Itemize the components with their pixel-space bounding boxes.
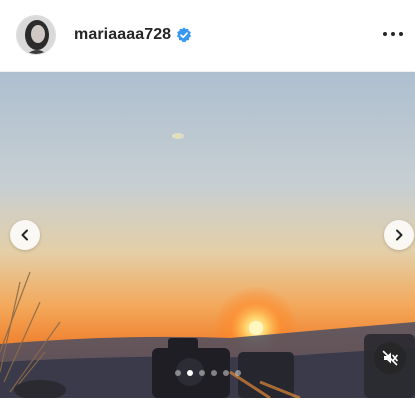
chevron-left-icon	[21, 229, 28, 241]
more-horizontal-icon[interactable]	[381, 22, 405, 46]
carousel-dot	[235, 370, 241, 376]
avatar-image	[17, 16, 55, 54]
speaker-muted-icon	[382, 350, 398, 366]
post-footer-edge	[0, 398, 415, 403]
avatar[interactable]	[16, 15, 56, 55]
carousel-dot	[199, 370, 205, 376]
carousel-next-button[interactable]	[384, 220, 414, 250]
username-block: mariaaaa728	[74, 24, 192, 46]
post-media-video[interactable]	[0, 72, 415, 398]
carousel-dot	[175, 370, 181, 376]
post-header: mariaaaa728	[0, 0, 415, 72]
mute-toggle-button[interactable]	[374, 342, 406, 374]
carousel-dot-active	[187, 370, 193, 376]
sunset-scene-image	[0, 72, 415, 398]
carousel-prev-button[interactable]	[10, 220, 40, 250]
verified-badge-icon	[177, 27, 192, 43]
carousel-dot	[223, 370, 229, 376]
carousel-indicator	[175, 370, 241, 376]
carousel-dot	[211, 370, 217, 376]
username[interactable]: mariaaaa728	[74, 26, 171, 44]
chevron-right-icon	[396, 229, 403, 241]
